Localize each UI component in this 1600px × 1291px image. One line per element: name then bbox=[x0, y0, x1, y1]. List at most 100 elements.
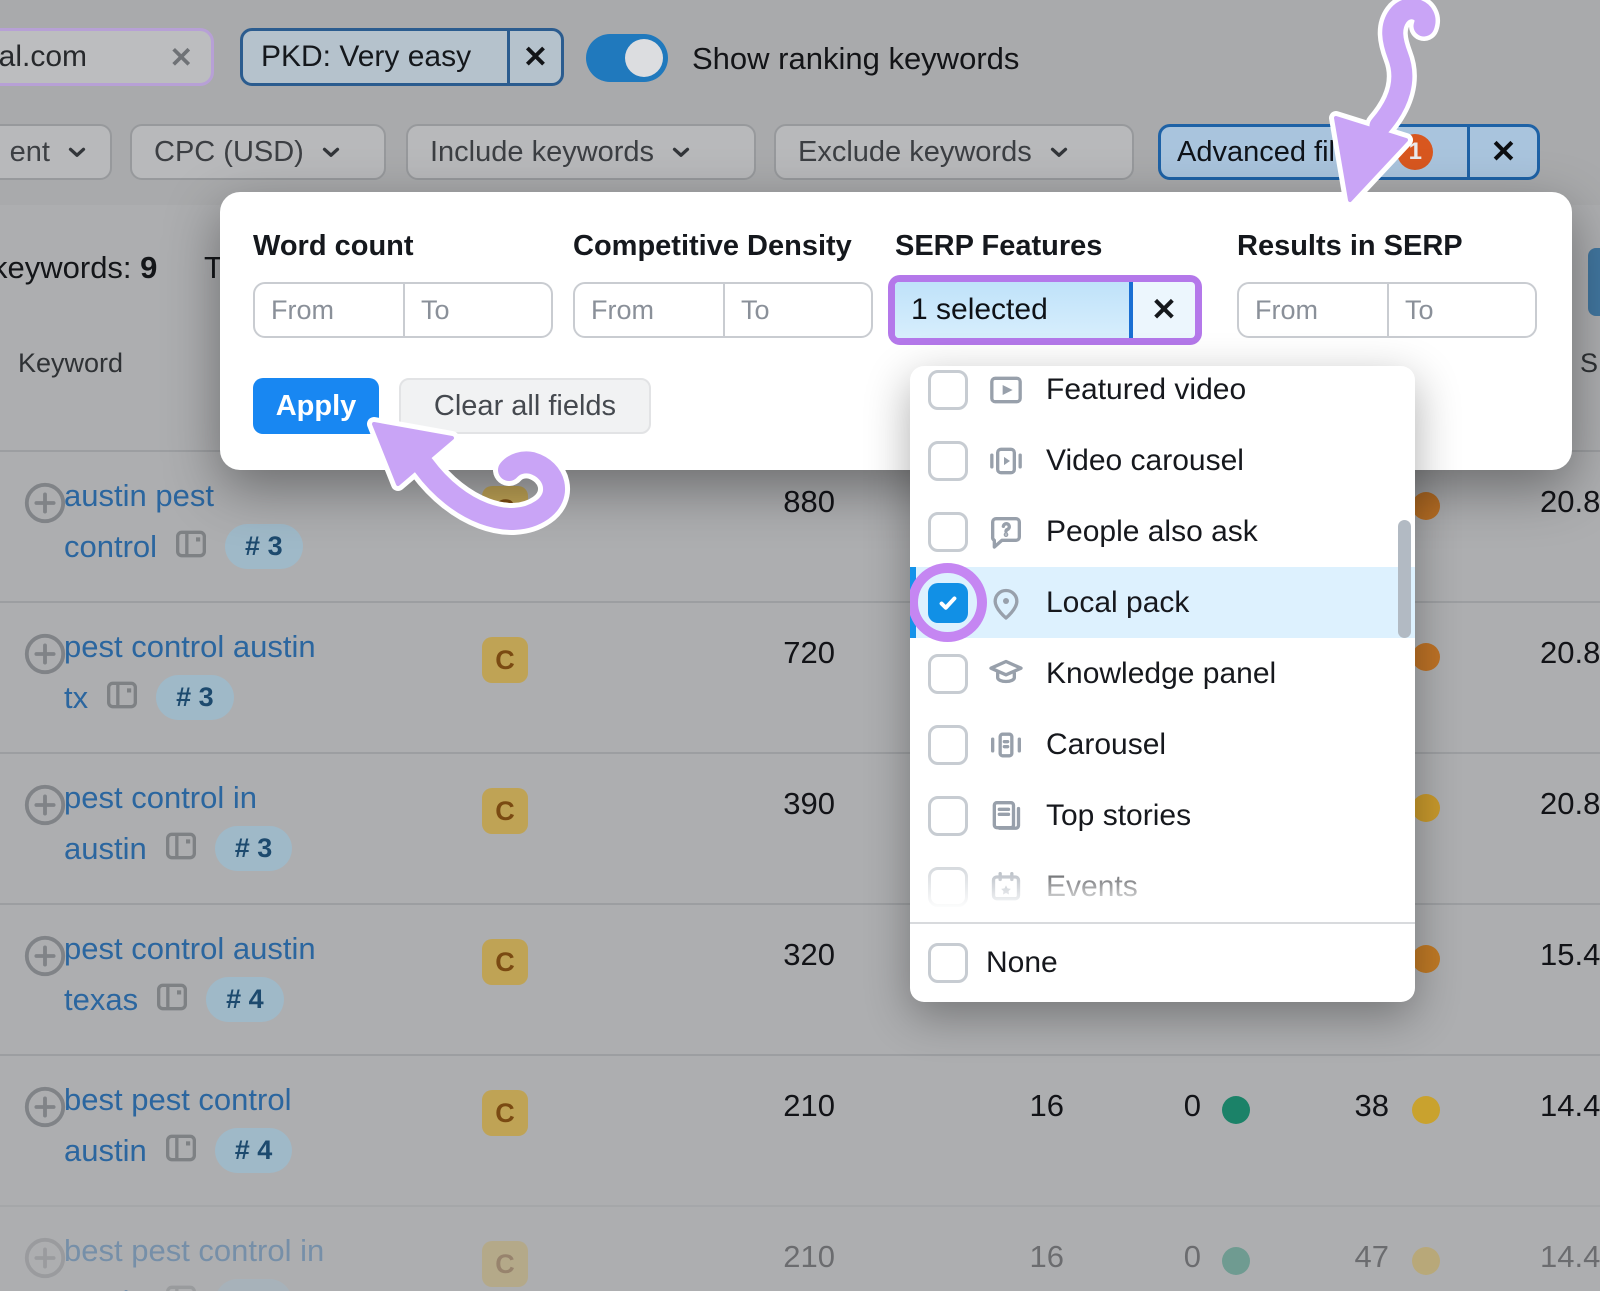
dropdown-item-events[interactable]: Events bbox=[910, 851, 1415, 922]
intent-badge: C bbox=[482, 939, 528, 985]
column-header-keyword[interactable]: Keyword bbox=[18, 348, 123, 379]
word-count-from-input[interactable] bbox=[255, 284, 403, 336]
toggle-knob bbox=[625, 39, 663, 77]
checkbox-unchecked[interactable] bbox=[928, 654, 968, 694]
keyword-link[interactable]: texas bbox=[64, 982, 138, 1018]
results-in-serp-range bbox=[1237, 282, 1537, 338]
serp-snapshot-icon[interactable] bbox=[171, 524, 211, 569]
keyword-link[interactable]: austin pest bbox=[64, 478, 214, 514]
expand-plus-icon[interactable] bbox=[22, 480, 68, 531]
competitive-density-to-input[interactable] bbox=[723, 284, 871, 336]
intent-filter-label: ent bbox=[10, 136, 50, 169]
advanced-filters-close-icon[interactable]: ✕ bbox=[1467, 127, 1537, 177]
keyword-link[interactable]: pest control austin bbox=[64, 629, 316, 665]
keyword-link[interactable]: best pest control in bbox=[64, 1233, 324, 1269]
checkbox-unchecked[interactable] bbox=[928, 943, 968, 983]
results-in-serp-from-input[interactable] bbox=[1239, 284, 1387, 336]
dropdown-item-featured-video[interactable]: Featured video bbox=[910, 366, 1415, 425]
chevron-down-icon bbox=[318, 139, 344, 165]
word-count-label: Word count bbox=[253, 230, 414, 263]
pkd-filter-close-icon[interactable]: ✕ bbox=[507, 31, 561, 83]
domain-filter-close-icon[interactable]: ✕ bbox=[170, 41, 193, 74]
word-count-to-input[interactable] bbox=[403, 284, 551, 336]
cpc-value: 20.8 bbox=[1540, 484, 1600, 520]
position-badge: # 4 bbox=[215, 1128, 293, 1173]
exclude-keywords-chip[interactable]: Exclude keywords bbox=[774, 124, 1134, 180]
include-keywords-chip[interactable]: Include keywords bbox=[406, 124, 756, 180]
keyword-link[interactable]: austin bbox=[64, 831, 147, 867]
dropdown-item-none[interactable]: None bbox=[910, 922, 1415, 1002]
keyword-link[interactable]: pest control austin bbox=[64, 931, 316, 967]
serp-snapshot-icon[interactable] bbox=[152, 977, 192, 1022]
apply-button[interactable]: Apply bbox=[253, 378, 379, 434]
serp-features-select[interactable]: 1 selected ✕ bbox=[895, 282, 1195, 338]
keyword-link[interactable]: best pest control bbox=[64, 1082, 291, 1118]
checkbox-unchecked[interactable] bbox=[928, 441, 968, 481]
position-badge: # 4 bbox=[206, 977, 284, 1022]
pkd-filter-chip[interactable]: PKD: Very easy ✕ bbox=[240, 28, 564, 86]
serp-features-label: SERP Features bbox=[895, 230, 1102, 263]
column-header-sf[interactable]: SF bbox=[1580, 348, 1600, 379]
keyword-link[interactable]: austin bbox=[64, 1284, 147, 1291]
keyword-link[interactable]: austin bbox=[64, 1133, 147, 1169]
serp-snapshot-icon[interactable] bbox=[102, 675, 142, 720]
dropdown-item-people-also-ask[interactable]: People also ask bbox=[910, 496, 1415, 567]
serp-features-selected-value[interactable]: 1 selected bbox=[895, 282, 1129, 338]
serp-features-dropdown: Featured video Video carousel People als… bbox=[910, 366, 1415, 1002]
advanced-filters-label: Advanced filters bbox=[1177, 136, 1383, 169]
kd-indicator-dot bbox=[1412, 1096, 1440, 1124]
keyword-link[interactable]: tx bbox=[64, 680, 88, 716]
kd-indicator-dot bbox=[1412, 643, 1440, 671]
keywords-count-value: 9 bbox=[140, 250, 157, 285]
expand-plus-icon[interactable] bbox=[22, 631, 68, 682]
diff-indicator-dot bbox=[1222, 1096, 1250, 1124]
keyword-link[interactable]: control bbox=[64, 529, 157, 565]
volume-value: 720 bbox=[690, 635, 835, 671]
serp-features-clear-icon[interactable]: ✕ bbox=[1133, 282, 1195, 338]
advanced-filters-chip[interactable]: Advanced filters 1 ✕ bbox=[1158, 124, 1540, 180]
serp-snapshot-icon[interactable] bbox=[161, 1128, 201, 1173]
expand-plus-icon[interactable] bbox=[22, 782, 68, 833]
serp-snapshot-icon[interactable] bbox=[161, 826, 201, 871]
dropdown-item-knowledge-panel[interactable]: Knowledge panel bbox=[910, 638, 1415, 709]
chevron-down-icon bbox=[668, 139, 694, 165]
checkbox-unchecked[interactable] bbox=[928, 796, 968, 836]
show-ranking-toggle[interactable] bbox=[586, 34, 668, 82]
keyword-link[interactable]: pest control in bbox=[64, 780, 257, 816]
expand-plus-icon[interactable] bbox=[22, 1084, 68, 1135]
competitive-density-from-input[interactable] bbox=[575, 284, 723, 336]
position-badge: # 3 bbox=[156, 675, 234, 720]
dropdown-item-top-stories[interactable]: Top stories bbox=[910, 780, 1415, 851]
cpc-filter-chip[interactable]: CPC (USD) bbox=[130, 124, 386, 180]
results-in-serp-to-input[interactable] bbox=[1387, 284, 1535, 336]
checkbox-unchecked[interactable] bbox=[928, 867, 968, 907]
position-diff-value: 0 bbox=[1140, 1088, 1201, 1124]
chevron-down-icon bbox=[1046, 139, 1072, 165]
checkbox-unchecked[interactable] bbox=[928, 370, 968, 410]
carousel-icon bbox=[986, 725, 1026, 765]
advanced-filters-badge: 1 bbox=[1397, 134, 1433, 170]
exclude-keywords-label: Exclude keywords bbox=[798, 136, 1032, 169]
checkbox-unchecked[interactable] bbox=[928, 512, 968, 552]
featured-video-icon bbox=[986, 370, 1026, 410]
checkbox-checked[interactable] bbox=[928, 583, 968, 623]
expand-plus-icon[interactable] bbox=[22, 933, 68, 984]
clear-all-fields-button[interactable]: Clear all fields bbox=[399, 378, 651, 434]
word-count-range bbox=[253, 282, 553, 338]
dropdown-scrollbar[interactable] bbox=[1398, 520, 1411, 638]
table-row: best pest control austin # 4 C 210 16 0 … bbox=[0, 1054, 1600, 1205]
chevron-down-icon bbox=[64, 139, 90, 165]
competitive-density-range bbox=[573, 282, 873, 338]
expand-plus-icon[interactable] bbox=[22, 1235, 68, 1286]
intent-filter-chip[interactable]: ent bbox=[0, 124, 112, 180]
edge-button-sliver bbox=[1588, 248, 1600, 316]
dropdown-item-local-pack[interactable]: Local pack bbox=[910, 567, 1415, 638]
top-stories-icon bbox=[986, 796, 1026, 836]
dropdown-item-video-carousel[interactable]: Video carousel bbox=[910, 425, 1415, 496]
serp-snapshot-icon[interactable] bbox=[161, 1279, 201, 1291]
intent-badge: C bbox=[482, 1090, 528, 1136]
dropdown-item-carousel[interactable]: Carousel bbox=[910, 709, 1415, 780]
checkbox-unchecked[interactable] bbox=[928, 725, 968, 765]
domain-filter-chip[interactable]: cial.com ✕ bbox=[0, 28, 214, 86]
show-ranking-label: Show ranking keywords bbox=[692, 41, 1019, 77]
